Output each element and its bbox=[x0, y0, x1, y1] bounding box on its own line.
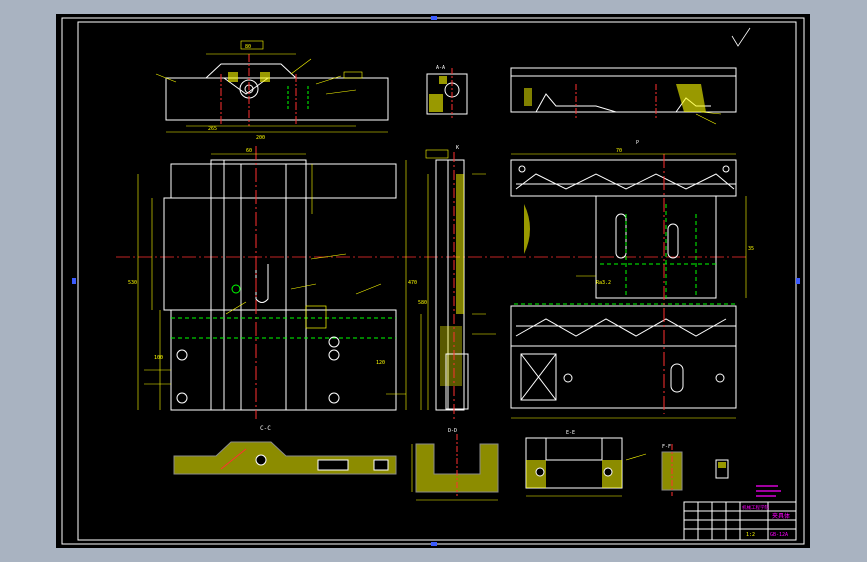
top-left-hatch-l bbox=[228, 72, 238, 82]
tb-school: 机械工程学院 bbox=[742, 504, 769, 511]
rv-roughness: Ra3.2 bbox=[596, 280, 611, 286]
top-left-body bbox=[165, 77, 389, 121]
front-base bbox=[170, 309, 397, 411]
front-hole-2 bbox=[176, 392, 188, 404]
rv-base-hole-1 bbox=[563, 373, 573, 383]
tb-part-number: GB-12A bbox=[770, 532, 788, 538]
side-view: 580 K bbox=[418, 145, 496, 419]
ff-hatch-2 bbox=[718, 462, 726, 468]
front-dim-100: 100 bbox=[154, 355, 163, 361]
rv-dim-70: 70 bbox=[616, 148, 622, 154]
front-slot bbox=[255, 264, 269, 303]
top-right-view bbox=[510, 67, 737, 125]
aa-hatch-1 bbox=[429, 94, 443, 112]
ee-hole-2 bbox=[603, 467, 613, 477]
front-pin-block bbox=[305, 305, 327, 329]
ee-label: E-E bbox=[566, 430, 575, 436]
tb-drawing-name: 夹具体 bbox=[772, 512, 790, 520]
grip-marker-top[interactable] bbox=[431, 16, 437, 20]
front-hole-1 bbox=[176, 349, 188, 361]
front-dim-470: 470 bbox=[408, 280, 417, 286]
front-section-label: C-C bbox=[260, 425, 271, 432]
top-left-hatch-r bbox=[260, 72, 270, 82]
front-hole-5 bbox=[328, 392, 340, 404]
section-aa-view: A-A bbox=[426, 65, 468, 118]
side-dim-580: 580 bbox=[418, 300, 427, 306]
cc-hole bbox=[255, 454, 267, 466]
rv-base bbox=[510, 345, 737, 409]
rv-top-truss bbox=[515, 173, 735, 190]
tr-hatch-2 bbox=[524, 88, 532, 106]
side-dim-box bbox=[425, 149, 449, 159]
dd-label: D-D bbox=[448, 428, 457, 434]
top-left-dim-text3: 80 bbox=[245, 44, 251, 50]
rv-hole-tr bbox=[722, 165, 730, 173]
front-pin bbox=[231, 284, 241, 294]
rv-lower-truss bbox=[515, 318, 727, 337]
top-left-notch bbox=[205, 63, 297, 79]
front-dim-120: 120 bbox=[376, 360, 385, 366]
rv-label: P bbox=[636, 140, 639, 146]
ee-hole-1 bbox=[535, 467, 545, 477]
top-left-datum-box bbox=[343, 71, 363, 79]
aa-label: A-A bbox=[436, 65, 445, 71]
front-dim-60: 60 bbox=[246, 148, 252, 154]
grip-marker-bottom[interactable] bbox=[431, 542, 437, 546]
front-leaders bbox=[225, 253, 382, 315]
side-hatch-strip bbox=[456, 174, 464, 314]
right-view: 35 70 Ra3.2 P bbox=[510, 140, 754, 419]
rv-base-slot bbox=[670, 363, 684, 393]
front-dims-left bbox=[137, 174, 171, 410]
rv-hidden-lines bbox=[600, 204, 716, 298]
top-left-dim-text2: 200 bbox=[256, 135, 265, 141]
rv-dims bbox=[511, 153, 747, 419]
rv-base-x bbox=[520, 353, 557, 401]
drawing-viewport[interactable]: 265 200 80 530 470 100 120 60 C-C A-A 58… bbox=[56, 14, 810, 548]
rv-slot-1 bbox=[615, 213, 627, 259]
top-left-green bbox=[287, 86, 309, 110]
rv-side-arc bbox=[524, 204, 530, 254]
title-block: 夹具体 GB-12A 机械工程学院 1:2 bbox=[683, 501, 797, 541]
cc-gap bbox=[317, 459, 349, 471]
cad-app: 265 200 80 530 470 100 120 60 C-C A-A 58… bbox=[0, 0, 867, 562]
side-label: K bbox=[456, 145, 459, 151]
tr-hatch bbox=[676, 84, 706, 112]
top-left-dim-text: 265 bbox=[208, 126, 217, 132]
technical-notes bbox=[756, 485, 781, 497]
rv-dim-35: 35 bbox=[748, 246, 754, 252]
front-left-block bbox=[163, 197, 212, 311]
tb-scale: 1:2 bbox=[746, 532, 755, 538]
bottom-sections: D-D E-E F-F bbox=[173, 428, 729, 501]
roughness-symbol bbox=[731, 27, 751, 47]
front-upper-arm bbox=[170, 163, 397, 199]
rv-slot-2 bbox=[667, 223, 679, 259]
cad-drawing: 265 200 80 530 470 100 120 60 C-C A-A 58… bbox=[61, 16, 805, 546]
aa-hatch-2 bbox=[439, 76, 447, 84]
cc-section bbox=[173, 441, 397, 475]
front-dims-top bbox=[211, 153, 313, 214]
front-dim-530: 530 bbox=[128, 280, 137, 286]
ff-label: F-F bbox=[662, 444, 671, 450]
rv-base-hole-2 bbox=[715, 373, 725, 383]
grip-marker-left[interactable] bbox=[72, 278, 76, 284]
ee-notch bbox=[545, 438, 603, 461]
front-hole-4 bbox=[328, 349, 340, 361]
grip-marker-right[interactable] bbox=[796, 278, 800, 284]
top-left-view: 265 200 80 bbox=[155, 40, 389, 141]
cc-end bbox=[373, 459, 389, 471]
tr-leaders bbox=[695, 111, 722, 125]
rv-hole-tl bbox=[518, 165, 526, 173]
main-front-view: 530 470 100 120 60 C-C bbox=[128, 146, 422, 432]
side-base-hatch bbox=[440, 326, 462, 386]
rv-column bbox=[595, 195, 717, 299]
